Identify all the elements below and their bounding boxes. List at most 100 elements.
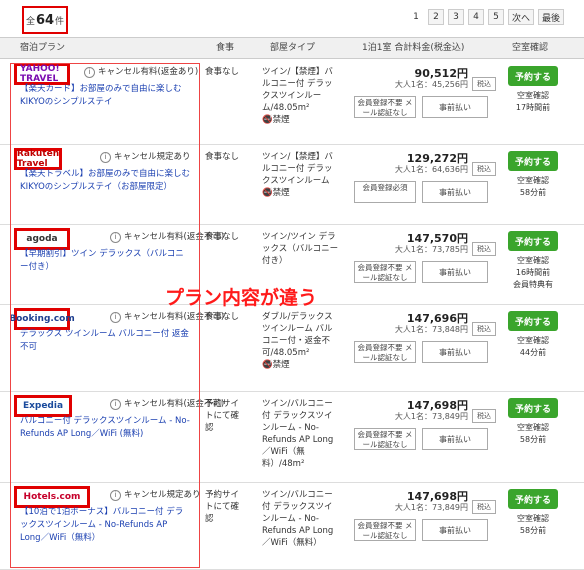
- results-topbar: 全 64 件 1 2 3 4 5 次へ 最後: [0, 0, 584, 36]
- meal-info: 食事なし: [205, 67, 240, 77]
- next-page-button[interactable]: 次へ: [508, 9, 534, 25]
- tax-badge: 税込: [472, 409, 496, 423]
- pagination: 1 2 3 4 5 次へ 最後: [408, 9, 564, 25]
- member-badge: 会員登録不要 メール認証なし: [354, 261, 416, 283]
- member-badge: 会員登録不要 メール認証なし: [354, 341, 416, 363]
- plan-row: Expedia i キャンセル有料(返金不可) バルコニー付 デラックスツインルー…: [0, 392, 584, 483]
- site-logo[interactable]: Expedia: [14, 395, 72, 417]
- availability-info: 空室確認 58分前: [502, 175, 564, 199]
- availability-label: 空室確認: [517, 423, 549, 432]
- availability-time: 17時間前: [515, 103, 551, 112]
- cancel-policy-label: キャンセル規定あり: [124, 490, 201, 500]
- count-label: 全: [25, 16, 35, 27]
- member-badge: 会員登録不要 メール認証なし: [354, 96, 416, 118]
- availability-info: 空室確認 16時間前 会員特典有: [502, 255, 564, 291]
- member-badge: 会員登録必須: [354, 181, 416, 203]
- room-type: ツイン/ツイン デラックス（バルコニー付き）: [262, 231, 340, 267]
- plan-row: Rakuten Travel i キャンセル規定あり 【楽天トラベル】お部屋のみで…: [0, 145, 584, 225]
- availability-info: 空室確認 58分前: [502, 513, 564, 537]
- cancel-policy[interactable]: i キャンセル規定あり: [100, 150, 191, 163]
- book-button[interactable]: 予約する: [508, 311, 558, 331]
- room-type-text: ダブル/デラックス ツインルーム バルコニー付・返金不可/48.05m²: [262, 312, 333, 358]
- prepay-badge: 事前払い: [422, 261, 488, 283]
- plan-row: Booking.com i キャンセル有料(返金不可) デラックス ツインルーム …: [0, 305, 584, 392]
- room-type: ツイン/【禁煙】バルコニー付 デラックスツインルーム 🚭禁煙: [262, 151, 340, 199]
- cancel-policy-label: キャンセル規定あり: [114, 152, 191, 162]
- smoking-status: 🚭禁煙: [262, 115, 290, 125]
- plan-name-link[interactable]: 【10泊で1泊ボーナス】バルコニー付 デラックスツインルーム - No-Refu…: [20, 506, 190, 545]
- site-logo[interactable]: Rakuten Travel: [14, 148, 62, 170]
- room-type: ツイン/【禁煙】バルコニー付 デラックスツインルーム/48.05m² 🚭禁煙: [262, 66, 340, 126]
- room-type-text: ツイン/バルコニー付 デラックスツインルーム - No-Refunds AP L…: [262, 399, 334, 469]
- book-button[interactable]: 予約する: [508, 398, 558, 418]
- prepay-badge: 事前払い: [422, 341, 488, 363]
- price-per-person: 大人1名：73,785円: [394, 245, 468, 254]
- book-button[interactable]: 予約する: [508, 489, 558, 509]
- info-icon: i: [110, 232, 121, 243]
- plan-row: YAHOO! TRAVEL i キャンセル有料(返金あり) 【楽天カード】お部屋の…: [0, 60, 584, 145]
- annotation-text: プラン内容が違う: [165, 287, 318, 309]
- no-smoking-icon: 🚭: [262, 360, 273, 370]
- plan-name-link[interactable]: バルコニー付 デラックスツインルーム - No-Refunds AP Long／…: [20, 415, 190, 441]
- book-button[interactable]: 予約する: [508, 66, 558, 86]
- tax-badge: 税込: [472, 242, 496, 256]
- cancel-policy-label: キャンセル有料(返金あり): [98, 67, 199, 77]
- price-per-person: 大人1名：73,848円: [394, 325, 468, 334]
- last-page-button[interactable]: 最後: [538, 9, 564, 25]
- column-availability: 空室確認: [512, 43, 549, 53]
- table-header: 宿泊プラン 食事 部屋タイプ 1泊1室 合計料金(税金込) 空室確認: [0, 37, 584, 59]
- availability-label: 空室確認: [517, 514, 549, 523]
- site-logo[interactable]: Booking.com: [9, 308, 75, 330]
- prepay-badge: 事前払い: [422, 428, 488, 450]
- info-icon: i: [100, 152, 111, 163]
- page-3[interactable]: 3: [448, 9, 464, 25]
- availability-time: 58分前: [519, 188, 547, 197]
- meal-info: 食事なし: [205, 152, 240, 162]
- plan-name-link[interactable]: 【楽天カード】お部屋のみで自由に楽しむKIKYOのシンプルステイ: [20, 83, 190, 109]
- prepay-badge: 事前払い: [422, 181, 488, 203]
- page-1[interactable]: 1: [408, 9, 424, 25]
- price-per-person: 大人1名：45,256円: [394, 80, 468, 89]
- cancel-policy[interactable]: i キャンセル規定あり: [110, 488, 201, 501]
- plan-name-link[interactable]: デラックス ツインルーム バルコニー付 返金不可: [20, 328, 190, 354]
- availability-label: 空室確認: [517, 176, 549, 185]
- prepay-badge: 事前払い: [422, 96, 488, 118]
- tax-badge: 税込: [472, 322, 496, 336]
- site-logo[interactable]: agoda: [14, 228, 70, 250]
- column-meal: 食事: [216, 43, 235, 53]
- cancel-policy[interactable]: i キャンセル有料(返金あり): [84, 65, 198, 78]
- count-unit: 件: [55, 16, 65, 27]
- room-type-text: ツイン/【禁煙】バルコニー付 デラックスツインルーム/48.05m²: [262, 67, 333, 113]
- info-icon: i: [84, 67, 95, 78]
- info-icon: i: [110, 399, 121, 410]
- availability-time: 58分前: [519, 526, 547, 535]
- plan-name-link[interactable]: 【楽天トラベル】お部屋のみで自由に楽しむKIKYOのシンプルステイ（お部屋限定）: [20, 168, 190, 194]
- page-2[interactable]: 2: [428, 9, 444, 25]
- availability-info: 空室確認 58分前: [502, 422, 564, 446]
- column-room: 部屋タイプ: [270, 43, 316, 53]
- meal-info: 予約サイトにて確認: [205, 399, 240, 433]
- smoking-label: 禁煙: [272, 188, 290, 198]
- tax-badge: 税込: [472, 500, 496, 514]
- member-badge: 会員登録不要 メール認証なし: [354, 519, 416, 541]
- site-logo[interactable]: YAHOO! TRAVEL: [14, 63, 70, 85]
- room-type: ツイン/バルコニー付 デラックスツインルーム - No-Refunds AP L…: [262, 489, 340, 549]
- book-button[interactable]: 予約する: [508, 151, 558, 171]
- result-count-box: 全 64 件: [22, 6, 68, 34]
- availability-time: 44分前: [519, 348, 547, 357]
- site-logo[interactable]: Hotels.com: [14, 486, 90, 508]
- room-type-text: ツイン/バルコニー付 デラックスツインルーム - No-Refunds AP L…: [262, 490, 334, 548]
- room-type-text: ツイン/ツイン デラックス（バルコニー付き）: [262, 232, 339, 266]
- book-button[interactable]: 予約する: [508, 231, 558, 251]
- meal-info: 食事なし: [205, 232, 240, 242]
- page-4[interactable]: 4: [468, 9, 484, 25]
- plan-name-link[interactable]: 【早期割引】ツイン デラックス（バルコニー付き）: [20, 248, 190, 274]
- price-per-person: 大人1名：73,849円: [394, 412, 468, 421]
- availability-time: 58分前: [519, 435, 547, 444]
- page-5[interactable]: 5: [488, 9, 504, 25]
- price-per-person: 大人1名：73,849円: [394, 503, 468, 512]
- availability-label: 空室確認: [517, 336, 549, 345]
- room-type: ダブル/デラックス ツインルーム バルコニー付・返金不可/48.05m² 🚭禁煙: [262, 311, 340, 371]
- smoking-status: 🚭禁煙: [262, 360, 290, 370]
- no-smoking-icon: 🚭: [262, 188, 273, 198]
